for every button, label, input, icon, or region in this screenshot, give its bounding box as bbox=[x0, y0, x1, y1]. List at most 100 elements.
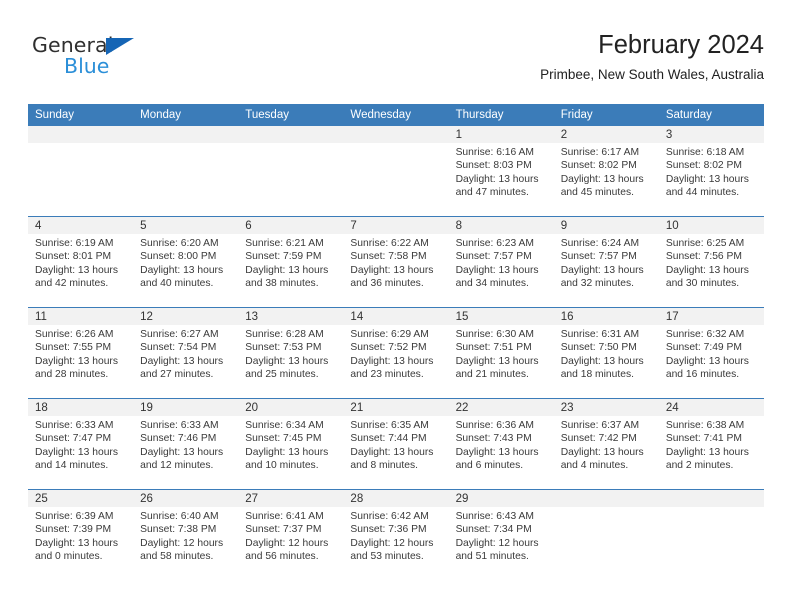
day-cell[interactable]: 18 Sunrise: 6:33 AM Sunset: 7:47 PM Dayl… bbox=[28, 398, 134, 490]
day-details: Sunrise: 6:19 AM Sunset: 8:01 PM Dayligh… bbox=[28, 234, 133, 291]
daylight-text-line1: Daylight: 13 hours bbox=[560, 355, 644, 367]
daylight-text-line2: and 10 minutes. bbox=[245, 460, 319, 472]
day-details: Sunrise: 6:30 AM Sunset: 7:51 PM Dayligh… bbox=[449, 325, 554, 382]
day-cell[interactable]: 17 Sunrise: 6:32 AM Sunset: 7:49 PM Dayl… bbox=[658, 307, 764, 399]
sunrise-text: Sunrise: 6:28 AM bbox=[245, 329, 324, 340]
day-cell[interactable]: 27 Sunrise: 6:41 AM Sunset: 7:37 PM Dayl… bbox=[238, 489, 344, 580]
sunset-text: Sunset: 7:34 PM bbox=[455, 524, 532, 536]
day-cell[interactable] bbox=[658, 489, 764, 580]
logo-text-blue: Blue bbox=[64, 54, 110, 78]
calendar-week-row: 1 Sunrise: 6:16 AM Sunset: 8:03 PM Dayli… bbox=[28, 126, 764, 217]
daylight-text-line2: and 2 minutes. bbox=[665, 460, 734, 472]
day-cell[interactable]: 14 Sunrise: 6:29 AM Sunset: 7:52 PM Dayl… bbox=[343, 307, 449, 399]
sunset-text: Sunset: 8:03 PM bbox=[455, 160, 532, 172]
day-cell[interactable]: 6 Sunrise: 6:21 AM Sunset: 7:59 PM Dayli… bbox=[238, 216, 344, 308]
day-cell[interactable]: 25 Sunrise: 6:39 AM Sunset: 7:39 PM Dayl… bbox=[28, 489, 134, 580]
day-details: Sunrise: 6:16 AM Sunset: 8:03 PM Dayligh… bbox=[449, 143, 554, 200]
day-cell[interactable]: 2 Sunrise: 6:17 AM Sunset: 8:02 PM Dayli… bbox=[553, 126, 659, 217]
day-number: 27 bbox=[238, 490, 344, 507]
day-cell[interactable]: 16 Sunrise: 6:31 AM Sunset: 7:50 PM Dayl… bbox=[553, 307, 659, 399]
day-cell[interactable]: 4 Sunrise: 6:19 AM Sunset: 8:01 PM Dayli… bbox=[28, 216, 134, 308]
title-block: February 2024 Primbee, New South Wales, … bbox=[540, 30, 764, 83]
daylight-text-line1: Daylight: 13 hours bbox=[350, 264, 434, 276]
sunrise-text: Sunrise: 6:17 AM bbox=[560, 147, 640, 158]
day-cell[interactable]: 8 Sunrise: 6:23 AM Sunset: 7:57 PM Dayli… bbox=[448, 216, 554, 308]
daylight-text-line2: and 42 minutes. bbox=[35, 278, 109, 290]
sunset-text: Sunset: 8:01 PM bbox=[35, 251, 112, 263]
daylight-text-line1: Daylight: 12 hours bbox=[455, 537, 539, 549]
daylight-text-line1: Daylight: 13 hours bbox=[455, 355, 539, 367]
day-cell[interactable]: 21 Sunrise: 6:35 AM Sunset: 7:44 PM Dayl… bbox=[343, 398, 449, 490]
day-number: 28 bbox=[343, 490, 449, 507]
weekday-header-monday: Monday bbox=[133, 104, 239, 126]
day-number: 11 bbox=[28, 308, 134, 325]
daylight-text-line2: and 28 minutes. bbox=[35, 369, 109, 381]
daylight-text-line2: and 6 minutes. bbox=[455, 460, 524, 472]
day-cell[interactable]: 20 Sunrise: 6:34 AM Sunset: 7:45 PM Dayl… bbox=[238, 398, 344, 490]
day-cell[interactable] bbox=[553, 489, 659, 580]
day-details: Sunrise: 6:37 AM Sunset: 7:42 PM Dayligh… bbox=[554, 416, 659, 473]
daylight-text-line1: Daylight: 13 hours bbox=[455, 173, 539, 185]
day-details bbox=[133, 143, 238, 146]
day-cell[interactable]: 15 Sunrise: 6:30 AM Sunset: 7:51 PM Dayl… bbox=[448, 307, 554, 399]
day-cell[interactable]: 9 Sunrise: 6:24 AM Sunset: 7:57 PM Dayli… bbox=[553, 216, 659, 308]
daylight-text-line1: Daylight: 13 hours bbox=[140, 446, 224, 458]
sunrise-text: Sunrise: 6:25 AM bbox=[665, 238, 745, 249]
sunset-text: Sunset: 7:59 PM bbox=[245, 251, 322, 263]
weekday-header-sunday: Sunday bbox=[28, 104, 134, 126]
weekday-header-tuesday: Tuesday bbox=[238, 104, 344, 126]
calendar-header-row-group: Sunday Monday Tuesday Wednesday Thursday… bbox=[28, 104, 764, 126]
sunrise-text: Sunrise: 6:20 AM bbox=[140, 238, 219, 249]
sunrise-text: Sunrise: 6:35 AM bbox=[350, 420, 429, 431]
day-number: 3 bbox=[658, 126, 764, 143]
day-number: 4 bbox=[28, 217, 134, 234]
brand-triangle-icon bbox=[106, 38, 134, 55]
day-number: 14 bbox=[343, 308, 449, 325]
day-details: Sunrise: 6:42 AM Sunset: 7:36 PM Dayligh… bbox=[343, 507, 448, 564]
sunset-text: Sunset: 7:39 PM bbox=[35, 524, 112, 536]
daylight-text-line2: and 44 minutes. bbox=[665, 187, 740, 199]
day-cell[interactable]: 26 Sunrise: 6:40 AM Sunset: 7:38 PM Dayl… bbox=[133, 489, 239, 580]
day-details: Sunrise: 6:24 AM Sunset: 7:57 PM Dayligh… bbox=[554, 234, 659, 291]
day-number bbox=[658, 490, 764, 507]
daylight-text-line1: Daylight: 13 hours bbox=[245, 264, 329, 276]
day-cell[interactable] bbox=[28, 126, 134, 217]
sunrise-text: Sunrise: 6:34 AM bbox=[245, 420, 324, 431]
daylight-text-line2: and 4 minutes. bbox=[560, 460, 629, 472]
daylight-text-line1: Daylight: 13 hours bbox=[245, 446, 329, 458]
daylight-text-line2: and 53 minutes. bbox=[350, 551, 424, 563]
general-blue-logo[interactable]: General Blue bbox=[32, 34, 212, 86]
daylight-text-line2: and 56 minutes. bbox=[245, 551, 319, 563]
day-cell[interactable]: 24 Sunrise: 6:38 AM Sunset: 7:41 PM Dayl… bbox=[658, 398, 764, 490]
logo-text-general: General bbox=[32, 33, 114, 57]
sunset-text: Sunset: 7:53 PM bbox=[245, 342, 322, 354]
day-cell[interactable]: 7 Sunrise: 6:22 AM Sunset: 7:58 PM Dayli… bbox=[343, 216, 449, 308]
day-cell[interactable]: 29 Sunrise: 6:43 AM Sunset: 7:34 PM Dayl… bbox=[448, 489, 554, 580]
day-details: Sunrise: 6:43 AM Sunset: 7:34 PM Dayligh… bbox=[449, 507, 554, 564]
day-cell[interactable] bbox=[238, 126, 344, 217]
day-cell[interactable] bbox=[343, 126, 449, 217]
day-cell[interactable]: 11 Sunrise: 6:26 AM Sunset: 7:55 PM Dayl… bbox=[28, 307, 134, 399]
day-details: Sunrise: 6:28 AM Sunset: 7:53 PM Dayligh… bbox=[238, 325, 343, 382]
day-cell[interactable]: 19 Sunrise: 6:33 AM Sunset: 7:46 PM Dayl… bbox=[133, 398, 239, 490]
day-cell[interactable]: 1 Sunrise: 6:16 AM Sunset: 8:03 PM Dayli… bbox=[448, 126, 554, 217]
day-cell[interactable]: 3 Sunrise: 6:18 AM Sunset: 8:02 PM Dayli… bbox=[658, 126, 764, 217]
calendar-body: 1 Sunrise: 6:16 AM Sunset: 8:03 PM Dayli… bbox=[28, 126, 764, 580]
calendar-week-row: 4 Sunrise: 6:19 AM Sunset: 8:01 PM Dayli… bbox=[28, 216, 764, 308]
day-cell[interactable]: 13 Sunrise: 6:28 AM Sunset: 7:53 PM Dayl… bbox=[238, 307, 344, 399]
sunrise-text: Sunrise: 6:29 AM bbox=[350, 329, 429, 340]
day-cell[interactable]: 5 Sunrise: 6:20 AM Sunset: 8:00 PM Dayli… bbox=[133, 216, 239, 308]
day-cell[interactable]: 22 Sunrise: 6:36 AM Sunset: 7:43 PM Dayl… bbox=[448, 398, 554, 490]
daylight-text-line2: and 18 minutes. bbox=[560, 369, 634, 381]
sunset-text: Sunset: 7:36 PM bbox=[350, 524, 427, 536]
day-cell[interactable]: 12 Sunrise: 6:27 AM Sunset: 7:54 PM Dayl… bbox=[133, 307, 239, 399]
sunrise-text: Sunrise: 6:40 AM bbox=[140, 511, 219, 522]
day-cell[interactable] bbox=[133, 126, 239, 217]
sunset-text: Sunset: 7:54 PM bbox=[140, 342, 217, 354]
day-cell[interactable]: 10 Sunrise: 6:25 AM Sunset: 7:56 PM Dayl… bbox=[658, 216, 764, 308]
sunset-text: Sunset: 7:41 PM bbox=[665, 433, 742, 445]
day-cell[interactable]: 23 Sunrise: 6:37 AM Sunset: 7:42 PM Dayl… bbox=[553, 398, 659, 490]
sunset-text: Sunset: 7:58 PM bbox=[350, 251, 427, 263]
sunrise-text: Sunrise: 6:21 AM bbox=[245, 238, 324, 249]
day-cell[interactable]: 28 Sunrise: 6:42 AM Sunset: 7:36 PM Dayl… bbox=[343, 489, 449, 580]
